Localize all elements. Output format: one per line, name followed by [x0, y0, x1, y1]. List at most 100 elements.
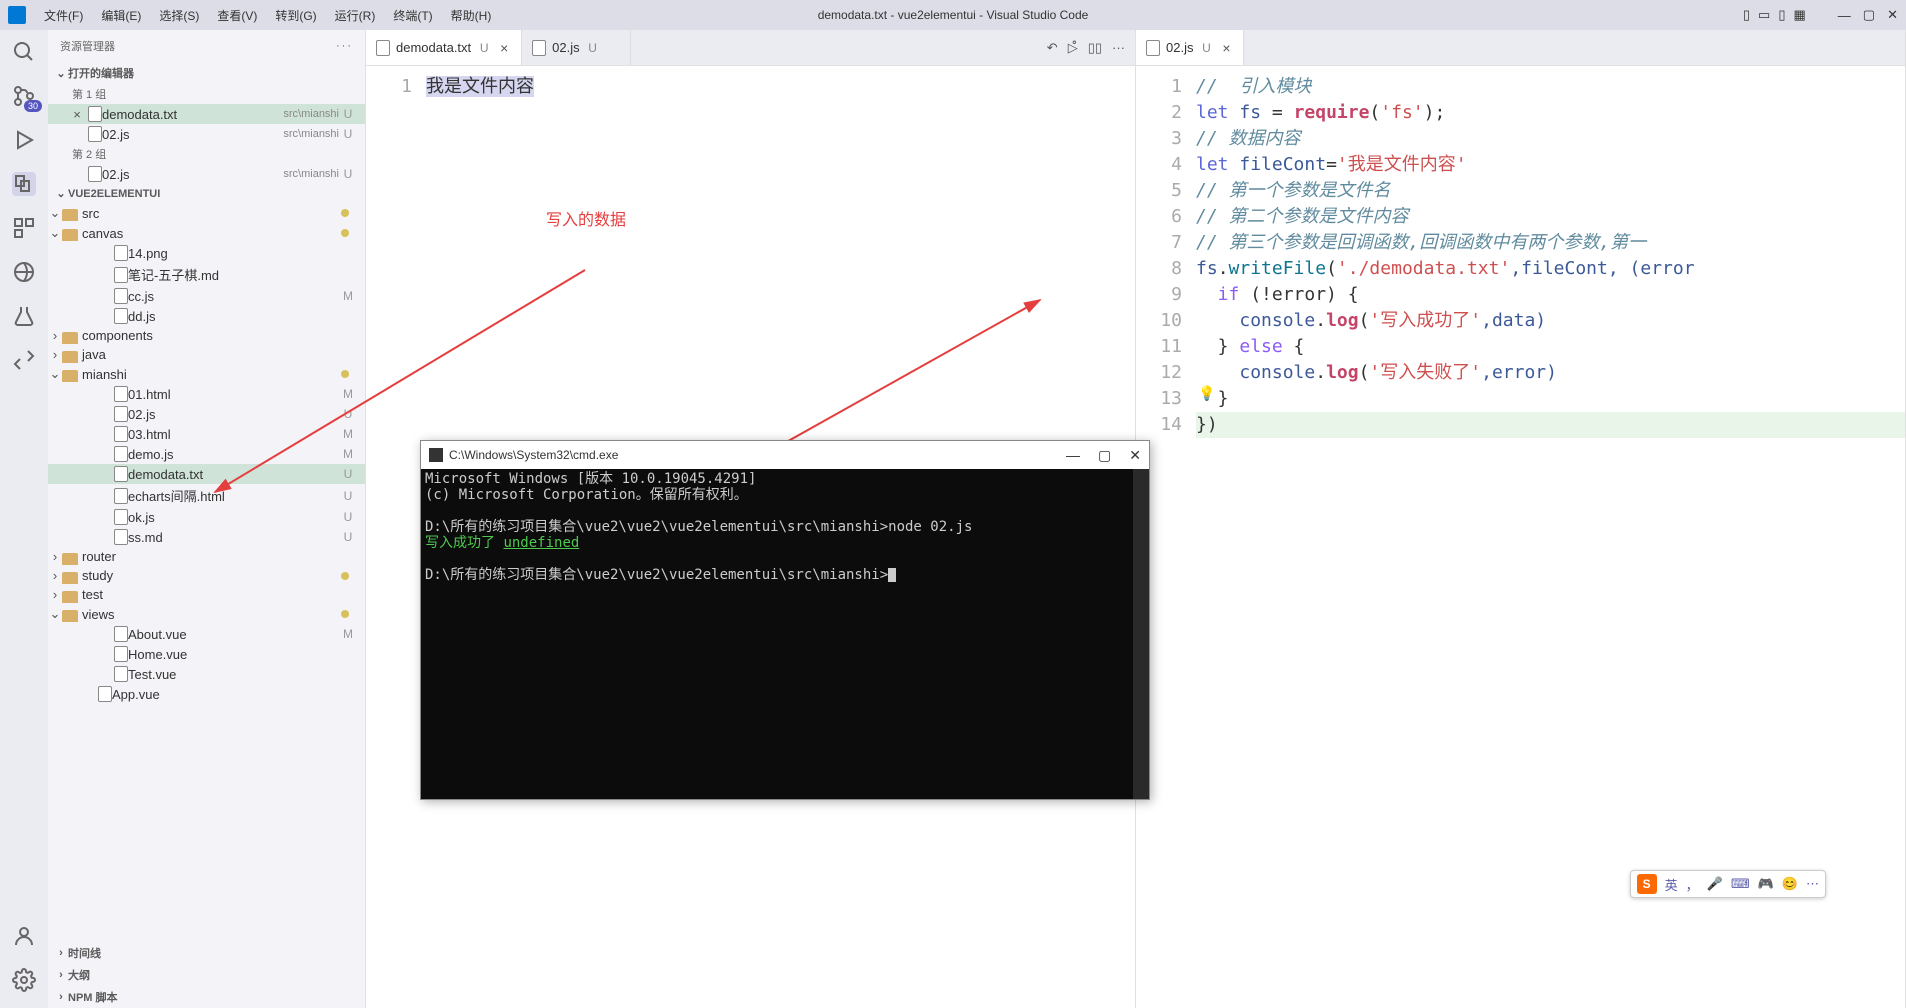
file-item[interactable]: cc.jsM	[48, 286, 365, 306]
ime-emoji-icon[interactable]: 😊	[1782, 876, 1798, 892]
explorer-icon[interactable]	[12, 172, 36, 196]
sogou-logo-icon[interactable]: S	[1637, 874, 1657, 894]
ime-more-icon[interactable]: ⋯	[1806, 876, 1819, 892]
file-item[interactable]: 03.htmlM	[48, 424, 365, 444]
search-icon[interactable]	[12, 40, 36, 64]
editor-right-content[interactable]: 1234567891011121314 // 引入模块 let fs = req…	[1136, 66, 1905, 1008]
menu-selection[interactable]: 选择(S)	[151, 3, 207, 28]
file-item[interactable]: ss.mdU	[48, 527, 365, 547]
ime-punct-icon[interactable]: ，	[1686, 875, 1699, 894]
menu-edit[interactable]: 编辑(E)	[93, 3, 149, 28]
file-icon	[114, 446, 128, 462]
folder-views[interactable]: ⌄views	[48, 604, 365, 624]
gear-icon[interactable]	[12, 968, 36, 992]
file-item[interactable]: 01.htmlM	[48, 384, 365, 404]
ime-mic-icon[interactable]: 🎤	[1707, 876, 1723, 892]
tab-02js[interactable]: 02.js U	[522, 30, 630, 65]
file-item[interactable]: 14.png	[48, 243, 365, 263]
ime-keyboard-icon[interactable]: ⌨	[1731, 876, 1750, 892]
file-item[interactable]: ok.jsU	[48, 507, 365, 527]
chevron-right-icon: ›	[48, 328, 62, 343]
go-back-icon[interactable]: ↶	[1047, 40, 1058, 56]
file-item[interactable]: 笔记-五子棋.md	[48, 263, 365, 286]
file-icon	[114, 509, 128, 525]
git-graph-icon[interactable]	[12, 348, 36, 372]
menu-terminal[interactable]: 终端(T)	[385, 3, 440, 28]
split-editor-icon[interactable]: ▯▯	[1088, 40, 1102, 56]
chevron-right-icon: ›	[54, 969, 68, 981]
file-item[interactable]: Test.vue	[48, 664, 365, 684]
ime-toolbar[interactable]: S 英 ， 🎤 ⌨ 🎮 😊 ⋯	[1630, 870, 1826, 898]
file-icon	[114, 529, 128, 545]
folder-java[interactable]: ›java	[48, 345, 365, 364]
account-icon[interactable]	[12, 924, 36, 948]
window-maximize-icon[interactable]: ▢	[1863, 7, 1875, 23]
ime-lang[interactable]: 英	[1665, 875, 1678, 894]
folder-router[interactable]: ›router	[48, 547, 365, 566]
ime-game-icon[interactable]: 🎮	[1758, 876, 1774, 892]
testing-icon[interactable]	[12, 304, 36, 328]
source-control-icon[interactable]: 30	[12, 84, 36, 108]
window-controls: ▯ ▭ ▯ ▦ — ▢ ✕	[1743, 7, 1898, 23]
file-item[interactable]: demo.jsM	[48, 444, 365, 464]
activity-bar: 30	[0, 30, 48, 1008]
customize-layout-icon[interactable]: ▦	[1794, 7, 1806, 23]
chevron-right-icon: ›	[48, 587, 62, 602]
menu-view[interactable]: 查看(V)	[209, 3, 265, 28]
file-icon	[1146, 40, 1160, 56]
window-close-icon[interactable]: ✕	[1129, 447, 1141, 464]
folder-canvas[interactable]: ⌄canvas	[48, 223, 365, 243]
chevron-right-icon: ›	[54, 991, 68, 1003]
folder-mianshi[interactable]: ⌄mianshi	[48, 364, 365, 384]
folder-study[interactable]: ›study	[48, 566, 365, 585]
file-item[interactable]: echarts间隔.htmlU	[48, 484, 365, 507]
layout-panel-bottom-icon[interactable]: ▭	[1758, 7, 1770, 23]
folder-components[interactable]: ›components	[48, 326, 365, 345]
window-maximize-icon[interactable]: ▢	[1098, 447, 1111, 464]
sidebar-explorer: 资源管理器 ··· ⌄ 打开的编辑器 第 1 组×demodata.txtsrc…	[48, 30, 366, 1008]
file-item[interactable]: demodata.txtU	[48, 464, 365, 484]
run-icon[interactable]: ▷̊	[1068, 40, 1078, 56]
cmd-body[interactable]: Microsoft Windows [版本 10.0.19045.4291] (…	[421, 469, 1149, 799]
menu-run[interactable]: 运行(R)	[327, 3, 384, 28]
workspace-section[interactable]: ⌄ VUE2ELEMENTUI	[48, 184, 365, 203]
close-icon[interactable]: ×	[66, 107, 88, 122]
remote-icon[interactable]	[12, 260, 36, 284]
open-editor-item[interactable]: ×02.jssrc\mianshiU	[48, 164, 365, 184]
window-minimize-icon[interactable]: —	[1838, 8, 1851, 23]
sidebar-section[interactable]: ›NPM 脚本	[48, 986, 365, 1008]
editor-tabs: 02.js U ×	[1136, 30, 1905, 66]
menu-go[interactable]: 转到(G)	[267, 3, 324, 28]
layout-panel-left-icon[interactable]: ▯	[1743, 7, 1750, 23]
tab-demodata[interactable]: demodata.txt U ×	[366, 30, 522, 65]
sidebar-section[interactable]: ›大纲	[48, 964, 365, 986]
window-close-icon[interactable]: ✕	[1887, 7, 1898, 23]
cmd-window[interactable]: C:\Windows\System32\cmd.exe — ▢ ✕ Micros…	[420, 440, 1150, 800]
lightbulb-icon[interactable]: 💡	[1198, 386, 1215, 402]
menu-help[interactable]: 帮助(H)	[443, 3, 500, 28]
file-item[interactable]: Home.vue	[48, 644, 365, 664]
open-editor-item[interactable]: ×02.jssrc\mianshiU	[48, 124, 365, 144]
extensions-icon[interactable]	[12, 216, 36, 240]
close-icon[interactable]: ×	[1219, 40, 1233, 56]
file-item[interactable]: App.vue	[48, 684, 365, 704]
open-editor-item[interactable]: ×demodata.txtsrc\mianshiU	[48, 104, 365, 124]
open-editors-section[interactable]: ⌄ 打开的编辑器	[48, 62, 365, 84]
explorer-more-icon[interactable]: ···	[336, 40, 353, 52]
file-item[interactable]: 02.jsU	[48, 404, 365, 424]
folder-src[interactable]: ⌄src	[48, 203, 365, 223]
more-actions-icon[interactable]: ···	[1112, 40, 1125, 55]
tab-02js-right[interactable]: 02.js U ×	[1136, 30, 1244, 65]
layout-panel-right-icon[interactable]: ▯	[1778, 7, 1785, 23]
folder-test[interactable]: ›test	[48, 585, 365, 604]
run-debug-icon[interactable]	[12, 128, 36, 152]
menu-file[interactable]: 文件(F)	[36, 3, 91, 28]
window-minimize-icon[interactable]: —	[1066, 447, 1080, 464]
sidebar-section[interactable]: ›时间线	[48, 942, 365, 964]
close-icon[interactable]: ×	[497, 40, 511, 56]
file-item[interactable]: About.vueM	[48, 624, 365, 644]
annotation-label: 写入的数据	[546, 206, 626, 230]
cmd-titlebar[interactable]: C:\Windows\System32\cmd.exe — ▢ ✕	[421, 441, 1149, 469]
file-item[interactable]: dd.js	[48, 306, 365, 326]
terminal-scrollbar[interactable]	[1133, 469, 1149, 799]
